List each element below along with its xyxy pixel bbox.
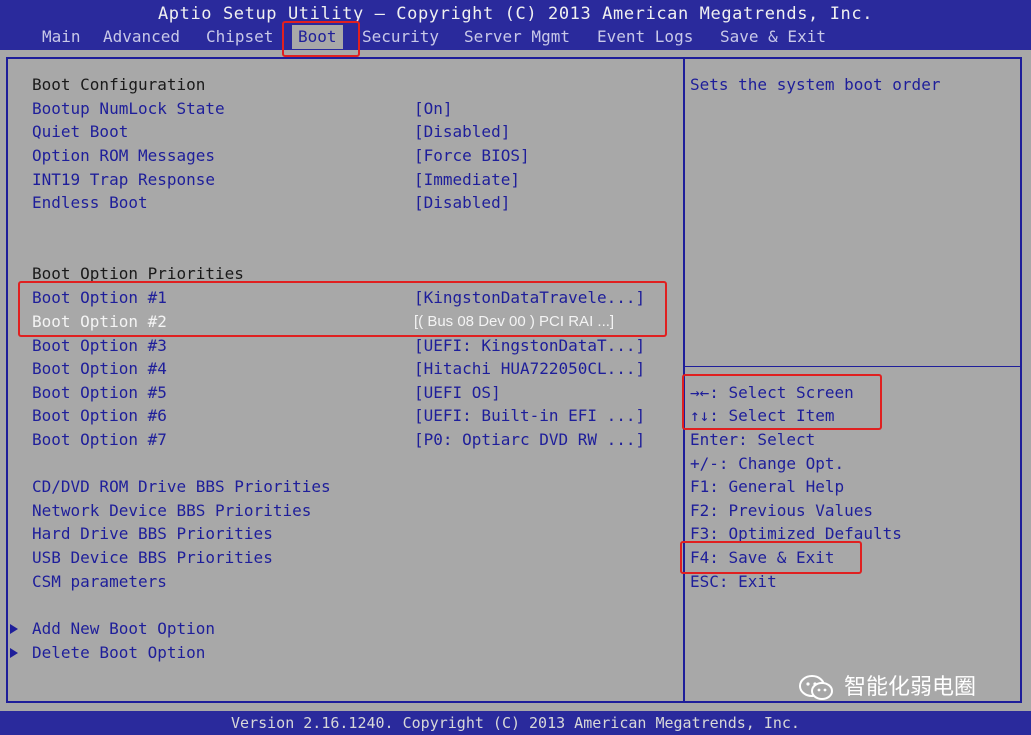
boot-option-value[interactable]: [UEFI: Built-in EFI ...]: [414, 404, 645, 428]
submenu-arrow-icon: [10, 648, 18, 658]
tab-server-mgmt[interactable]: Server Mgmt: [464, 25, 570, 49]
setting-label: Bootup NumLock State: [32, 99, 225, 118]
menu-link-label[interactable]: CSM parameters: [32, 570, 167, 594]
submenu-arrow-icon: [10, 624, 18, 634]
tab-main[interactable]: Main: [42, 25, 81, 49]
submenu-label[interactable]: Add New Boot Option: [32, 617, 215, 641]
tab-chipset[interactable]: Chipset: [206, 25, 273, 49]
setting-label: INT19 Trap Response: [32, 170, 216, 189]
boot-option-label: Boot Option #6: [32, 406, 167, 425]
highlight-save-exit-key: [680, 541, 862, 574]
setting-value[interactable]: [On]: [414, 97, 453, 121]
setting-value[interactable]: [Force BIOS]: [414, 144, 530, 168]
key-hint-f1: F1: General Help: [690, 477, 845, 496]
boot-option-value[interactable]: [UEFI OS]: [414, 381, 501, 405]
app-title: Aptio Setup Utility – Copyright (C) 2013…: [157, 4, 874, 24]
tab-event-logs[interactable]: Event Logs: [597, 25, 693, 49]
key-hint-change-opt: +/-: Change Opt.: [690, 454, 845, 473]
setting-label: Quiet Boot: [32, 122, 129, 141]
setting-value[interactable]: [Disabled]: [414, 191, 510, 215]
key-hint-enter: Enter: Select: [690, 430, 816, 449]
wechat-icon: [799, 675, 833, 700]
tab-security[interactable]: Security: [362, 25, 439, 49]
title-bar: Aptio Setup Utility – Copyright (C) 2013…: [0, 0, 1031, 50]
menu-link-label[interactable]: Hard Drive BBS Priorities: [32, 522, 273, 546]
boot-option-value[interactable]: [P0: Optiarc DVD RW ...]: [414, 428, 645, 452]
section-heading: Boot Configuration: [32, 75, 206, 94]
key-hint-f2: F2: Previous Values: [690, 501, 874, 520]
watermark-text: 智能化弱电圈: [844, 675, 977, 700]
boot-option-label: Boot Option #3: [32, 336, 167, 355]
menu-link-label[interactable]: Network Device BBS Priorities: [32, 499, 311, 523]
setting-label: Option ROM Messages: [32, 146, 216, 165]
setting-value[interactable]: [Disabled]: [414, 120, 510, 144]
menu-link-label[interactable]: USB Device BBS Priorities: [32, 546, 273, 570]
tab-bar: Main Advanced Chipset Boot Security Serv…: [0, 25, 1031, 49]
boot-option-label: Boot Option #5: [32, 383, 167, 402]
highlight-select-keys: [682, 374, 882, 430]
highlight-boot-tab: [282, 21, 360, 57]
version-footer: Version 2.16.1240. Copyright (C) 2013 Am…: [0, 711, 1031, 735]
help-divider: [685, 366, 1020, 367]
setting-value[interactable]: [Immediate]: [414, 168, 520, 192]
tab-save-exit[interactable]: Save & Exit: [720, 25, 826, 49]
setting-label: Endless Boot: [32, 193, 148, 212]
boot-option-label: Boot Option #7: [32, 430, 167, 449]
tab-advanced[interactable]: Advanced: [103, 25, 180, 49]
menu-link-label[interactable]: CD/DVD ROM Drive BBS Priorities: [32, 475, 331, 499]
submenu-label[interactable]: Delete Boot Option: [32, 641, 205, 665]
highlight-boot-options: [18, 281, 667, 337]
help-text: Sets the system boot order: [690, 75, 941, 94]
boot-option-value[interactable]: [UEFI: KingstonDataT...]: [414, 334, 645, 358]
boot-option-label: Boot Option #4: [32, 359, 167, 378]
boot-option-value[interactable]: [Hitachi HUA722050CL...]: [414, 357, 645, 381]
